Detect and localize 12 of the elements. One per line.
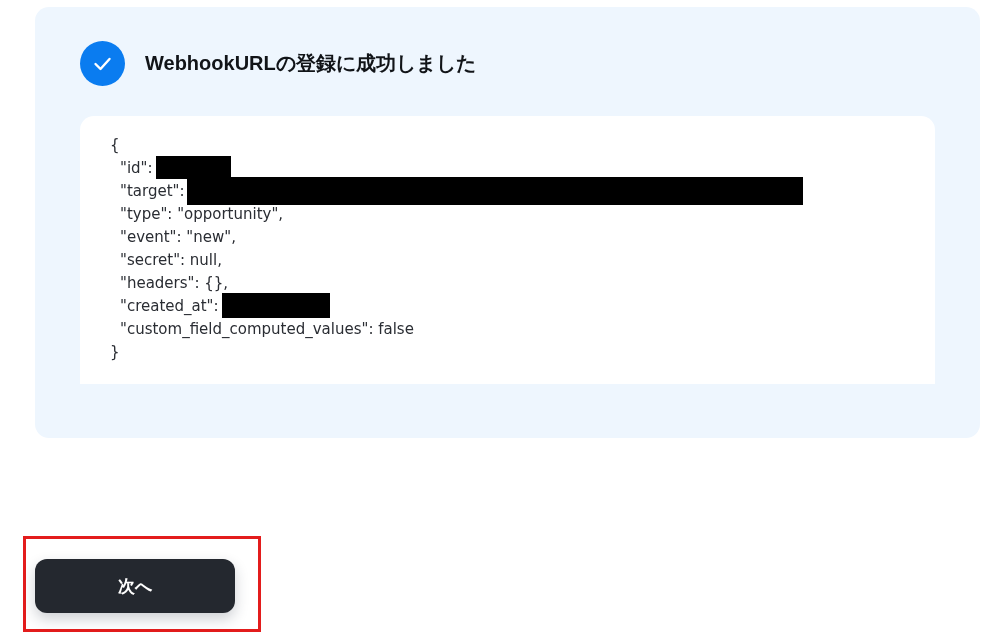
- code-line: "custom_field_computed_values": false: [120, 319, 414, 338]
- code-line: "secret": null,: [120, 250, 222, 269]
- code-line: "target":: [120, 181, 185, 200]
- code-line: "event": "new",: [120, 227, 236, 246]
- code-line: }: [110, 342, 120, 361]
- code-line: {: [110, 135, 120, 154]
- code-line: "headers": {},: [120, 273, 229, 292]
- next-button[interactable]: 次へ: [35, 559, 235, 613]
- success-title: WebhookURLの登録に成功しました: [145, 51, 476, 76]
- code-line: "type": "opportunity",: [120, 204, 284, 223]
- code-line: "id":: [120, 158, 153, 177]
- code-line: "created_at":: [120, 296, 219, 315]
